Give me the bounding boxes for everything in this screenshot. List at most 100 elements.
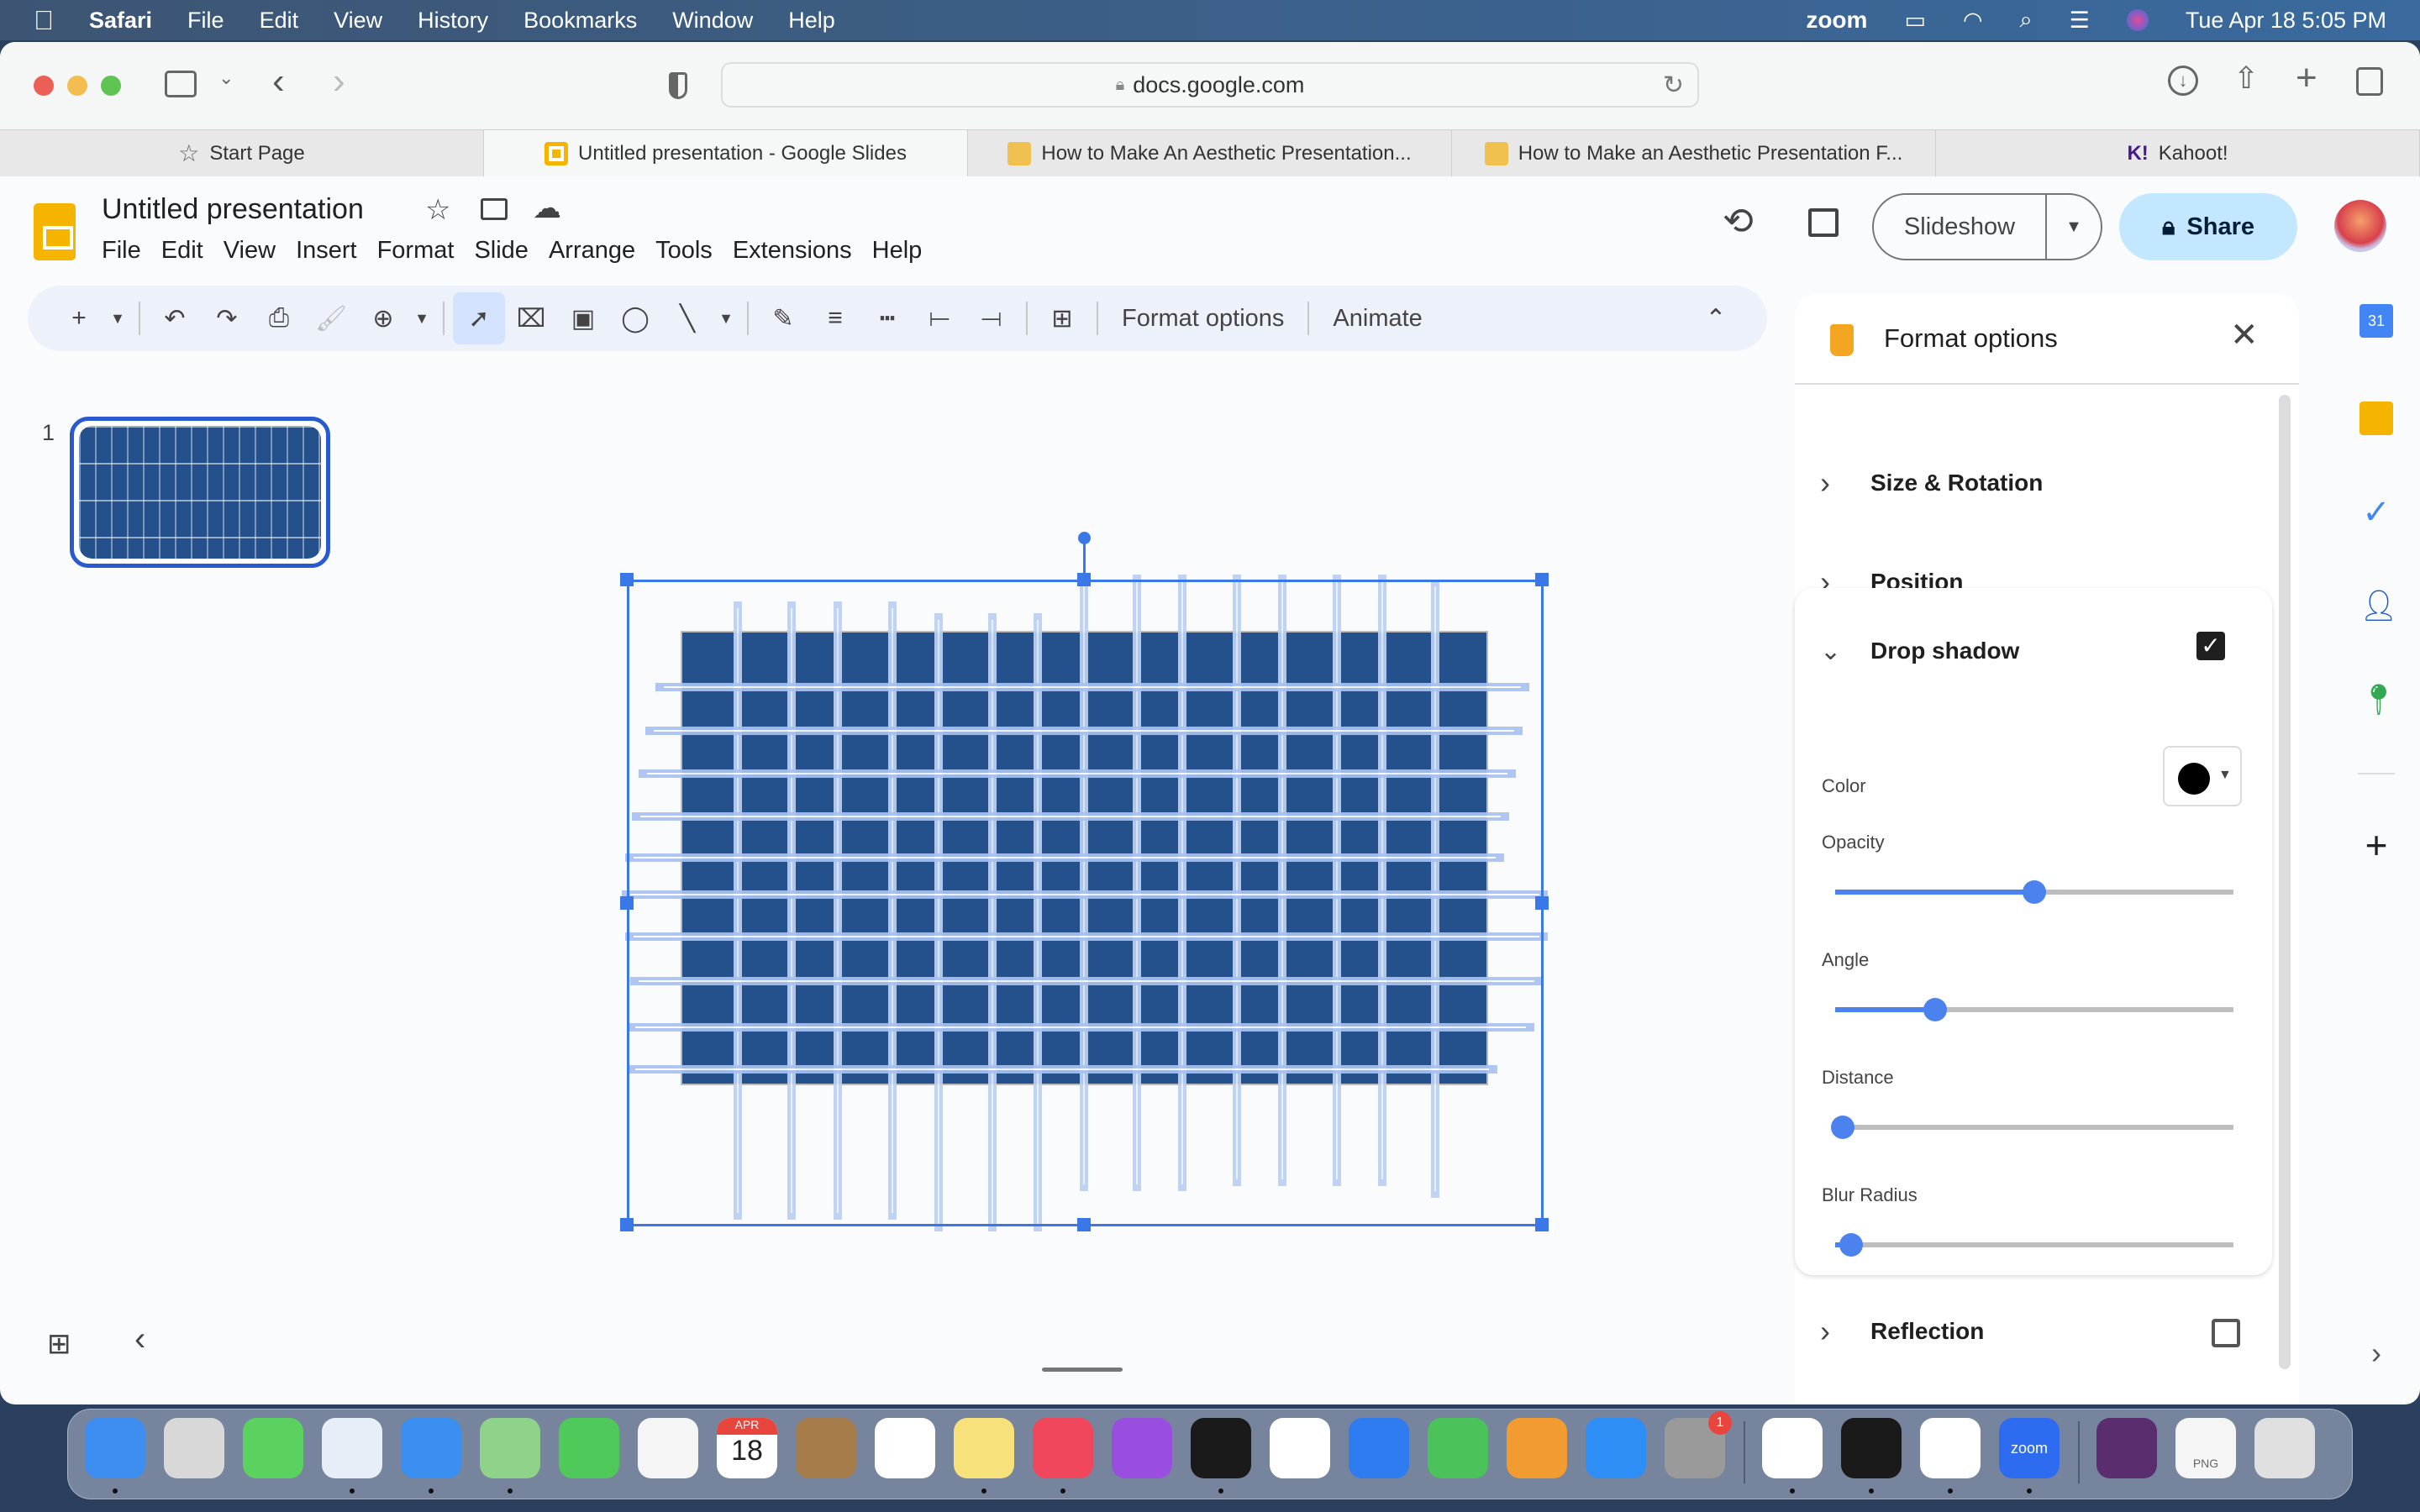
docs-menu-tools[interactable]: Tools [655,237,713,265]
menu-view[interactable]: View [334,8,382,34]
photos-icon[interactable] [638,1418,698,1478]
messages-icon[interactable] [243,1418,303,1478]
select-cursor-icon[interactable]: ➚ [453,292,505,344]
drop-shadow-checkbox[interactable]: ✓ [2196,632,2225,660]
close-window-button[interactable] [34,76,54,96]
reminders-icon[interactable] [875,1418,935,1478]
reload-icon[interactable]: ↻ [1663,71,1684,100]
news-icon[interactable] [1270,1418,1330,1478]
format-options-button[interactable]: Format options [1107,305,1299,333]
chrome-icon[interactable] [1762,1418,1823,1478]
forward-button[interactable]: › [333,60,345,102]
text-box-icon[interactable]: ⌧ [505,292,557,344]
expand-side-panel-icon[interactable]: › [2360,1336,2393,1370]
google-maps-icon[interactable]: 📍︎ [2360,682,2398,717]
app-store-icon[interactable] [1586,1418,1646,1478]
resize-handle[interactable] [620,896,634,910]
new-tab-icon[interactable]: + [2296,57,2317,99]
section-size-rotation[interactable]: › Size & Rotation [1820,437,2299,529]
terminal-icon[interactable] [1841,1418,1902,1478]
comments-icon[interactable] [1808,208,1839,237]
menu-window[interactable]: Window [672,8,753,34]
grid-view-icon[interactable]: ⊞ [47,1327,71,1361]
collapse-toolbar-icon[interactable]: ⌃ [1690,292,1742,344]
opacity-slider[interactable] [1835,880,2233,904]
docs-menu-help[interactable]: Help [872,237,923,265]
apple-menu-icon[interactable]:  [34,5,54,36]
apple-tv-icon[interactable] [1191,1418,1251,1478]
tab-aesthetic-presentation-1[interactable]: How to Make An Aesthetic Presentation... [968,130,1452,176]
slider-knob[interactable] [1839,1233,1863,1257]
document-title[interactable]: Untitled presentation [102,193,364,226]
zoom-icon[interactable]: ⊕ [357,292,409,344]
music-icon[interactable] [1033,1418,1093,1478]
resize-handle[interactable] [1535,573,1549,586]
google-tasks-icon[interactable]: ✓ [2360,496,2393,529]
account-avatar[interactable] [2334,200,2386,252]
undo-icon[interactable]: ↶ [149,292,201,344]
line-start-icon[interactable]: ⟝ [913,292,965,344]
star-icon[interactable]: ☆ [425,193,450,227]
back-button[interactable]: ‹ [272,60,285,102]
mail-icon[interactable] [401,1418,461,1478]
reflection-checkbox[interactable] [2212,1319,2240,1347]
line-dropdown-icon[interactable]: ▼ [713,292,739,344]
tab-aesthetic-presentation-2[interactable]: How to Make an Aesthetic Presentation F.… [1452,130,1936,176]
animate-button[interactable]: Animate [1318,305,1437,333]
finder-icon[interactable] [85,1418,145,1478]
tab-start-page[interactable]: ☆ Start Page [0,130,484,176]
docs-menu-arrange[interactable]: Arrange [549,237,635,265]
new-slide-icon[interactable]: + [53,292,105,344]
google-slides-logo[interactable] [34,203,76,260]
share-sheet-icon[interactable]: ⇧ [2233,60,2259,96]
share-button[interactable]: 🔒︎ Share [2119,193,2297,260]
docs-menu-slide[interactable]: Slide [474,237,529,265]
border-dash-icon[interactable]: ┅ [861,292,913,344]
zoom-app-icon[interactable]: zoom [1999,1418,2060,1478]
get-addons-icon[interactable]: + [2360,826,2393,864]
resize-handle[interactable] [1535,896,1549,910]
slider-knob[interactable] [1923,998,1947,1021]
line-end-icon[interactable]: ⟞ [965,292,1018,344]
document-thumbnail-icon[interactable] [2096,1418,2157,1478]
menu-help[interactable]: Help [788,8,835,34]
launchpad-icon[interactable] [164,1418,224,1478]
border-weight-icon[interactable]: ≡ [809,292,861,344]
slider-knob[interactable] [2023,880,2046,904]
zoom-status-icon[interactable]: zoom [1806,7,1867,34]
keynote-icon[interactable] [1349,1418,1409,1478]
redo-icon[interactable]: ↷ [201,292,253,344]
address-bar[interactable]: 🔒︎ docs.google.com ↻ [721,62,1699,108]
docs-menu-insert[interactable]: Insert [296,237,357,265]
menu-bookmarks[interactable]: Bookmarks [523,8,637,34]
slider-knob[interactable] [1831,1116,1855,1139]
collapse-filmstrip-icon[interactable]: ‹ [134,1320,145,1358]
move-folder-icon[interactable] [481,198,508,220]
siri-icon[interactable] [2126,9,2149,31]
google-calendar-icon[interactable]: 31 [2360,304,2393,338]
google-keep-icon[interactable] [2360,402,2393,435]
docs-menu-format[interactable]: Format [377,237,455,265]
docs-menu-edit[interactable]: Edit [161,237,203,265]
tab-google-slides[interactable]: Untitled presentation - Google Slides [484,130,968,176]
angle-slider[interactable] [1835,998,2233,1021]
cloud-saved-icon[interactable]: ☁ [533,192,561,225]
system-settings-icon[interactable]: 1 [1665,1411,1732,1478]
pages-icon[interactable] [1507,1418,1567,1478]
menu-history[interactable]: History [418,8,488,34]
add-comment-icon[interactable]: ⊞ [1036,292,1088,344]
tab-kahoot[interactable]: K! Kahoot! [1936,130,2420,176]
png-file-icon[interactable]: PNG [2175,1418,2236,1478]
zoom-dropdown-icon[interactable]: ▼ [409,292,434,344]
new-slide-dropdown-icon[interactable]: ▼ [105,292,130,344]
shape-icon[interactable]: ◯ [609,292,661,344]
zoom-window-button[interactable] [101,76,121,96]
maps-icon[interactable] [480,1418,540,1478]
slide-thumbnail[interactable] [70,417,330,568]
print-icon[interactable]: ⎙ [253,292,305,344]
menu-app-safari[interactable]: Safari [89,8,152,34]
minimize-window-button[interactable] [67,76,87,96]
paint-format-icon[interactable]: 🖌︎ [305,292,357,344]
docs-menu-view[interactable]: View [224,237,276,265]
line-icon[interactable]: ╲ [661,292,713,344]
